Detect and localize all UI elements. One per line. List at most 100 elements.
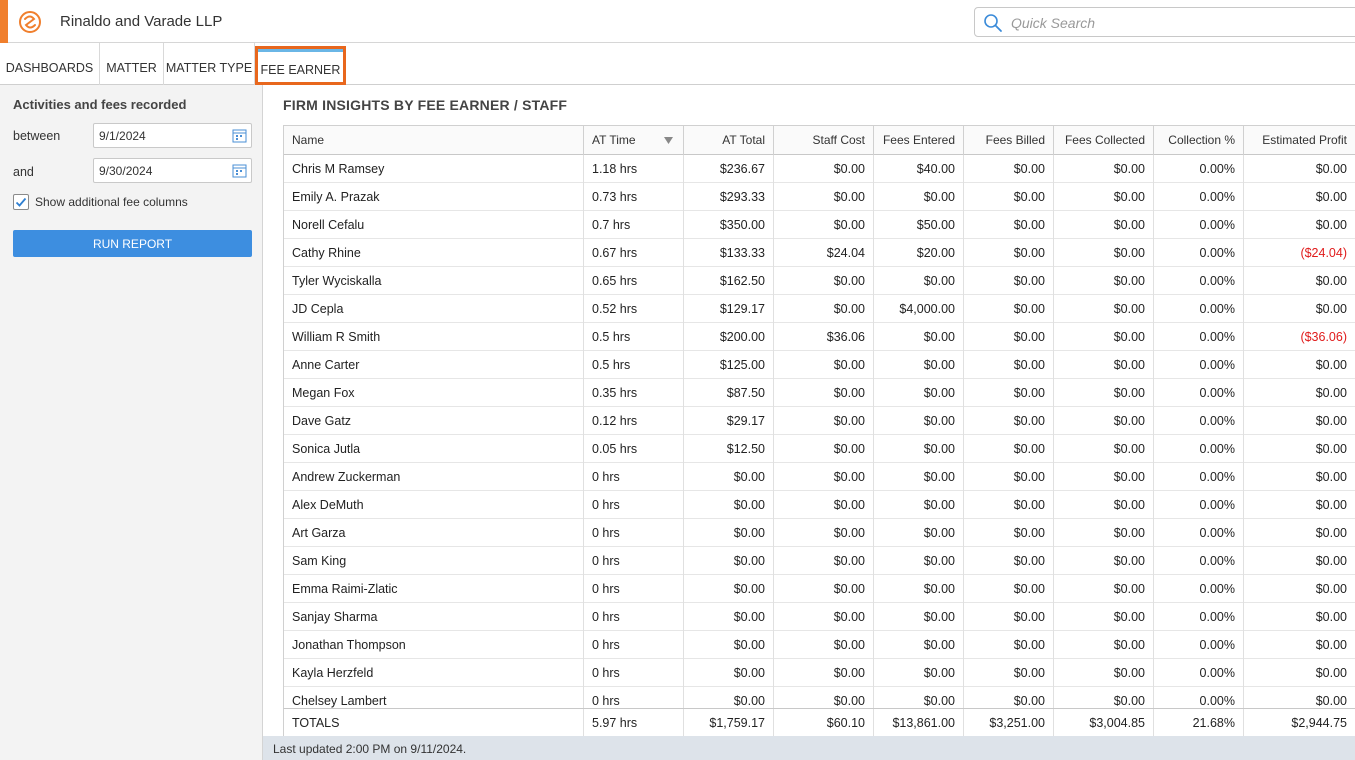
tab-label: MATTER: [106, 61, 157, 75]
cell-fees-billed: $0.00: [964, 631, 1054, 659]
calendar-icon[interactable]: [232, 128, 247, 143]
cell-staff-cost: $0.00: [774, 295, 874, 323]
column-header-estimated-profit[interactable]: Estimated Profit: [1244, 126, 1355, 155]
cell-fees-billed: $0.00: [964, 183, 1054, 211]
cell-at-total: $0.00: [684, 659, 774, 687]
sidebar-title: Activities and fees recorded: [13, 97, 187, 112]
end-date-field[interactable]: 9/30/2024: [93, 158, 252, 183]
quick-search[interactable]: [974, 7, 1355, 37]
cell-name: Sonica Jutla: [284, 435, 584, 463]
cell-fees-billed: $0.00: [964, 491, 1054, 519]
cell-estimated-profit: $0.00: [1244, 519, 1355, 547]
cell-collection-pct: 0.00%: [1154, 239, 1244, 267]
accent-bar: [0, 0, 8, 43]
cell-at-total: $162.50: [684, 267, 774, 295]
column-header-name[interactable]: Name: [284, 126, 584, 155]
table-row[interactable]: Dave Gatz 0.12 hrs $29.17 $0.00 $0.00 $0.00 $0…: [284, 407, 1355, 435]
table-row[interactable]: Tyler Wyciskalla 0.65 hrs $162.50 $0.00 $0.0…: [284, 267, 1355, 295]
cell-fees-collected: $0.00: [1054, 183, 1154, 211]
column-header-fees-entered[interactable]: Fees Entered: [874, 126, 964, 155]
calendar-icon[interactable]: [232, 163, 247, 178]
cell-at-total: $129.17: [684, 295, 774, 323]
checkmark-icon: [15, 197, 27, 207]
cell-at-time: 0 hrs: [584, 659, 684, 687]
cell-collection-pct: 0.00%: [1154, 659, 1244, 687]
cell-fees-entered: $0.00: [874, 267, 964, 295]
cell-staff-cost: $0.00: [774, 211, 874, 239]
cell-staff-cost: $0.00: [774, 575, 874, 603]
table-row[interactable]: Sanjay Sharma 0 hrs $0.00 $0.00 $0.00 $0.00 $0…: [284, 603, 1355, 631]
cell-fees-entered: $0.00: [874, 659, 964, 687]
table-row[interactable]: Andrew Zuckerman 0 hrs $0.00 $0.00 $0.00 $0.0…: [284, 463, 1355, 491]
table-row[interactable]: JD Cepla 0.52 hrs $129.17 $0.00 $4,000.00 $0.…: [284, 295, 1355, 323]
cell-staff-cost: $0.00: [774, 155, 874, 183]
tab-matter-type[interactable]: MATTER TYPE: [164, 43, 255, 85]
cell-at-total: $0.00: [684, 491, 774, 519]
column-header-at-time[interactable]: AT Time: [584, 126, 684, 155]
cell-staff-cost: $0.00: [774, 603, 874, 631]
table-row[interactable]: Jonathan Thompson 0 hrs $0.00 $0.00 $0.00 $0.…: [284, 631, 1355, 659]
column-header-fees-billed[interactable]: Fees Billed: [964, 126, 1054, 155]
cell-at-total: $0.00: [684, 463, 774, 491]
cell-at-total: $0.00: [684, 547, 774, 575]
column-header-fees-collected[interactable]: Fees Collected: [1054, 126, 1154, 155]
column-header-staff-cost[interactable]: Staff Cost: [774, 126, 874, 155]
show-fee-columns-checkbox[interactable]: [13, 194, 29, 210]
cell-collection-pct: 0.00%: [1154, 631, 1244, 659]
column-header-collection-pct[interactable]: Collection %: [1154, 126, 1244, 155]
cell-estimated-profit: ($24.04): [1244, 239, 1355, 267]
table-row[interactable]: Norell Cefalu 0.7 hrs $350.00 $0.00 $50.00 $0…: [284, 211, 1355, 239]
cell-staff-cost: $0.00: [774, 379, 874, 407]
table-row[interactable]: William R Smith 0.5 hrs $200.00 $36.06 $0.00…: [284, 323, 1355, 351]
cell-name: Emily A. Prazak: [284, 183, 584, 211]
cell-fees-entered: $0.00: [874, 323, 964, 351]
cell-fees-entered: $0.00: [874, 547, 964, 575]
cell-at-time: 1.18 hrs: [584, 155, 684, 183]
column-header-at-total[interactable]: AT Total: [684, 126, 774, 155]
table-row[interactable]: Emma Raimi-Zlatic 0 hrs $0.00 $0.00 $0.00 $0.…: [284, 575, 1355, 603]
cell-fees-collected: $0.00: [1054, 631, 1154, 659]
cell-estimated-profit: $0.00: [1244, 295, 1355, 323]
table-row[interactable]: Alex DeMuth 0 hrs $0.00 $0.00 $0.00 $0.00 $0.0…: [284, 491, 1355, 519]
table-row[interactable]: Art Garza 0 hrs $0.00 $0.00 $0.00 $0.00 $0.00 0…: [284, 519, 1355, 547]
show-fee-columns-label: Show additional fee columns: [35, 195, 188, 209]
search-input[interactable]: [1011, 12, 1341, 34]
table-row[interactable]: Sonica Jutla 0.05 hrs $12.50 $0.00 $0.00 $0.0…: [284, 435, 1355, 463]
app-header: Rinaldo and Varade LLP: [0, 0, 1355, 43]
tab-fee-earner[interactable]: FEE EARNER: [255, 46, 346, 85]
table-row[interactable]: Cathy Rhine 0.67 hrs $133.33 $24.04 $20.00 $0…: [284, 239, 1355, 267]
table-row[interactable]: Emily A. Prazak 0.73 hrs $293.33 $0.00 $0.00…: [284, 183, 1355, 211]
cell-staff-cost: $0.00: [774, 183, 874, 211]
table-row[interactable]: Megan Fox 0.35 hrs $87.50 $0.00 $0.00 $0.00 $0…: [284, 379, 1355, 407]
cell-staff-cost: $0.00: [774, 435, 874, 463]
cell-staff-cost: $24.04: [774, 239, 874, 267]
report-title: FIRM INSIGHTS BY FEE EARNER / STAFF: [283, 97, 568, 113]
start-date-field[interactable]: 9/1/2024: [93, 123, 252, 148]
tab-dashboards[interactable]: DASHBOARDS: [0, 43, 100, 85]
report-panel: FIRM INSIGHTS BY FEE EARNER / STAFF Name…: [263, 85, 1355, 760]
table-row[interactable]: Sam King 0 hrs $0.00 $0.00 $0.00 $0.00 $0.00 0.…: [284, 547, 1355, 575]
cell-estimated-profit: $0.00: [1244, 463, 1355, 491]
cell-collection-pct: 0.00%: [1154, 435, 1244, 463]
tab-matter[interactable]: MATTER: [100, 43, 164, 85]
cell-fees-billed: $0.00: [964, 547, 1054, 575]
cell-at-total: $0.00: [684, 603, 774, 631]
cell-at-time: 0.12 hrs: [584, 407, 684, 435]
table-row[interactable]: Anne Carter 0.5 hrs $125.00 $0.00 $0.00 $0.00…: [284, 351, 1355, 379]
table-row[interactable]: Kayla Herzfeld 0 hrs $0.00 $0.00 $0.00 $0.00 $…: [284, 659, 1355, 687]
cell-at-time: 0 hrs: [584, 463, 684, 491]
cell-fees-collected: $0.00: [1054, 155, 1154, 183]
tab-label: FEE EARNER: [260, 62, 341, 77]
cell-collection-pct: 0.00%: [1154, 323, 1244, 351]
cell-estimated-profit: $0.00: [1244, 603, 1355, 631]
cell-estimated-profit: $0.00: [1244, 211, 1355, 239]
cell-fees-entered: $50.00: [874, 211, 964, 239]
cell-estimated-profit: $0.00: [1244, 183, 1355, 211]
cell-fees-billed: $0.00: [964, 463, 1054, 491]
total-at-time: 5.97 hrs: [584, 709, 684, 737]
run-report-button[interactable]: RUN REPORT: [13, 230, 252, 257]
table-row[interactable]: Chris M Ramsey 1.18 hrs $236.67 $0.00 $40.00…: [284, 155, 1355, 183]
cell-fees-collected: $0.00: [1054, 575, 1154, 603]
cell-name: Cathy Rhine: [284, 239, 584, 267]
sort-descending-icon[interactable]: [664, 137, 673, 144]
